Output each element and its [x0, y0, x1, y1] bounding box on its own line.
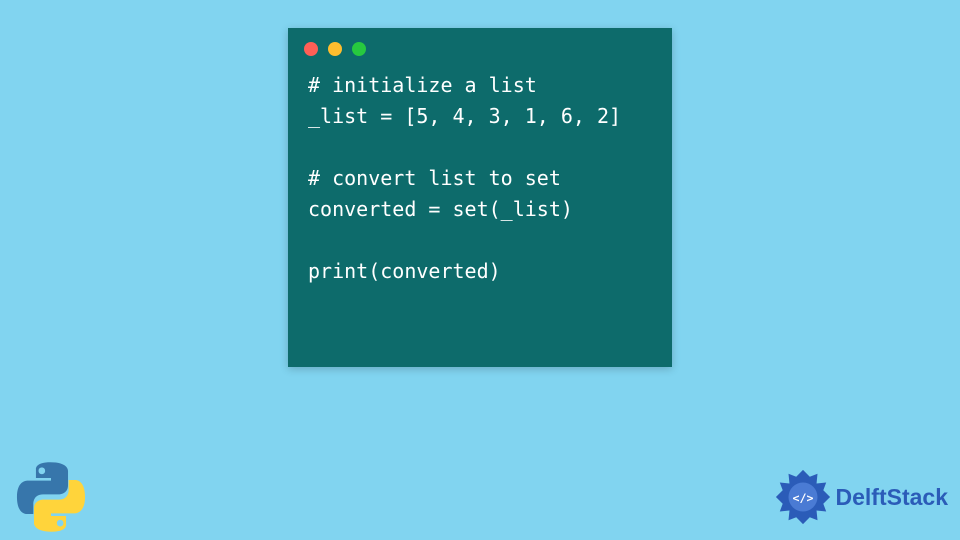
- code-content: # initialize a list _list = [5, 4, 3, 1,…: [288, 64, 672, 293]
- close-icon: [304, 42, 318, 56]
- code-line: _list = [5, 4, 3, 1, 6, 2]: [308, 104, 621, 128]
- code-line: converted = set(_list): [308, 197, 573, 221]
- delftstack-text: DelftStack: [836, 484, 948, 511]
- code-line: # initialize a list: [308, 73, 537, 97]
- delftstack-logo: </> DelftStack: [774, 468, 948, 526]
- minimize-icon: [328, 42, 342, 56]
- traffic-lights: [288, 28, 672, 64]
- svg-text:</>: </>: [792, 491, 813, 505]
- maximize-icon: [352, 42, 366, 56]
- code-window: # initialize a list _list = [5, 4, 3, 1,…: [288, 28, 672, 367]
- code-line: print(converted): [308, 259, 501, 283]
- delftstack-badge-icon: </>: [774, 468, 832, 526]
- python-logo-icon: [15, 461, 87, 533]
- code-line: # convert list to set: [308, 166, 561, 190]
